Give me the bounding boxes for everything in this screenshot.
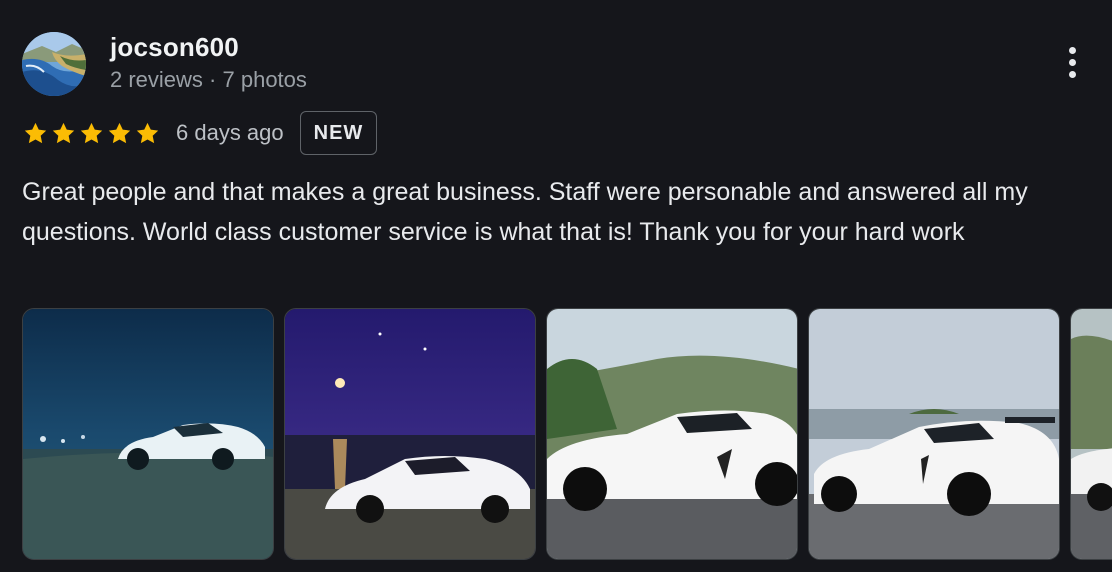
star-icon <box>106 120 133 147</box>
more-vert-icon-dot <box>1068 58 1076 66</box>
review-card: jocson600 2 reviews · 7 photos 6 days ag… <box>0 0 1112 572</box>
car-photo-image <box>809 309 1059 559</box>
new-badge: NEW <box>299 111 378 155</box>
star-icon <box>50 120 77 147</box>
review-photo-5[interactable] <box>1070 308 1112 560</box>
review-photo-4[interactable] <box>808 308 1060 560</box>
review-photo-3[interactable] <box>546 308 798 560</box>
review-photo-2[interactable] <box>284 308 536 560</box>
review-date: 6 days ago <box>176 120 284 145</box>
car-photo-image <box>23 309 273 559</box>
photos-count: 7 photos <box>222 67 307 92</box>
car-photo-image <box>285 309 535 559</box>
star-rating <box>22 120 161 147</box>
more-vert-icon <box>1068 46 1076 54</box>
meta-separator: · <box>209 67 217 92</box>
star-icon <box>22 120 49 147</box>
review-photo-1[interactable] <box>22 308 274 560</box>
reviewer-name[interactable]: jocson600 <box>110 32 239 63</box>
review-text: Great people and that makes a great busi… <box>22 178 1028 246</box>
more-options-button[interactable] <box>1052 42 1092 82</box>
more-vert-icon-dot <box>1068 70 1076 78</box>
landscape-avatar-icon <box>22 32 86 96</box>
car-photo-image <box>1071 309 1112 559</box>
rating-row: 6 days ago NEW <box>22 110 378 156</box>
star-icon <box>78 120 105 147</box>
reviewer-meta[interactable]: 2 reviews · 7 photos <box>110 67 307 93</box>
reviewer-avatar[interactable] <box>22 32 86 96</box>
reviews-count: 2 reviews <box>110 67 203 92</box>
car-photo-image <box>547 309 797 559</box>
star-icon <box>134 120 161 147</box>
